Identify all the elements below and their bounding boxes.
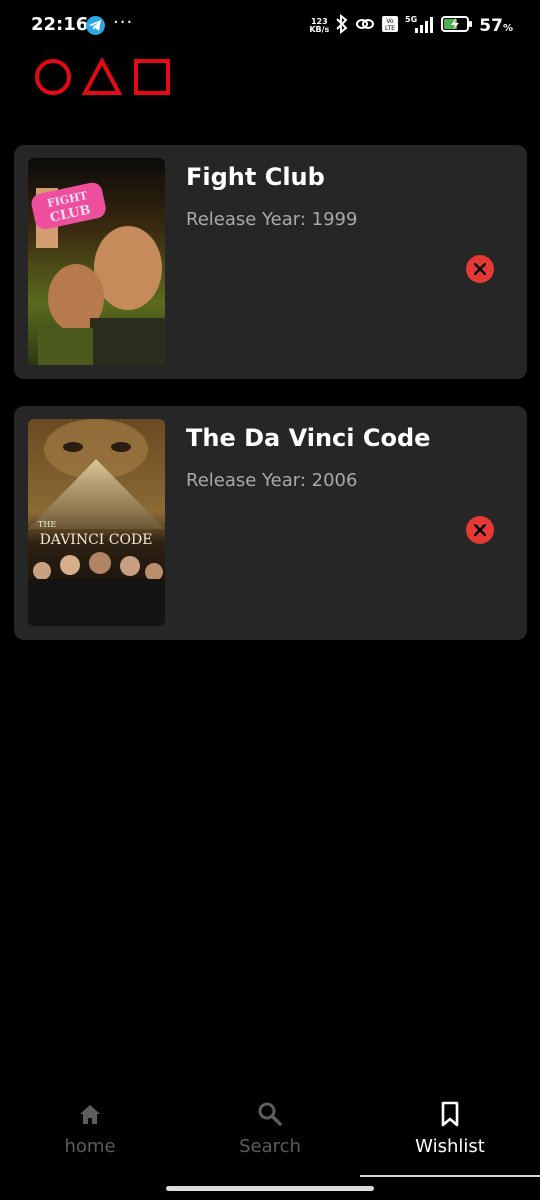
link-icon bbox=[355, 16, 375, 36]
svg-text:LTE: LTE bbox=[385, 25, 395, 32]
status-bar: 22:16 ··· 123 KB/s Vo LTE 5G 57% bbox=[0, 0, 540, 52]
network-speed: 123 KB/s bbox=[309, 17, 330, 34]
nav-home[interactable]: home bbox=[0, 1090, 180, 1170]
svg-text:Vo: Vo bbox=[387, 18, 395, 25]
svg-text:5G: 5G bbox=[405, 15, 417, 24]
battery-percent: 57% bbox=[479, 16, 513, 36]
status-icons: 123 KB/s Vo LTE 5G 57% bbox=[309, 13, 513, 38]
status-time: 22:16 bbox=[31, 14, 89, 35]
volte-icon: Vo LTE bbox=[381, 15, 399, 37]
nav-wishlist-label: Wishlist bbox=[415, 1136, 485, 1157]
signal-5g-icon: 5G bbox=[405, 14, 435, 38]
movie-poster: FIGHT CLUB bbox=[28, 158, 165, 365]
wishlist-card[interactable]: THE DAVINCI CODE The Da Vinci Code Relea… bbox=[14, 406, 527, 640]
overflow-dots-icon: ··· bbox=[113, 12, 134, 33]
nav-search[interactable]: Search bbox=[180, 1090, 360, 1170]
release-year: Release Year: 1999 bbox=[186, 209, 358, 230]
remove-button[interactable] bbox=[466, 255, 494, 283]
nav-home-label: home bbox=[64, 1136, 116, 1157]
telegram-icon bbox=[86, 16, 105, 35]
search-icon bbox=[256, 1100, 284, 1128]
movie-poster: THE DAVINCI CODE bbox=[28, 419, 165, 626]
nav-wishlist[interactable]: Wishlist bbox=[360, 1090, 540, 1170]
close-icon bbox=[474, 263, 486, 275]
wishlist-card[interactable]: FIGHT CLUB Fight Club Release Year: 1999 bbox=[14, 145, 527, 379]
poster-caption-main: DAVINCI CODE bbox=[40, 532, 153, 548]
bluetooth-icon bbox=[335, 13, 349, 38]
nav-search-label: Search bbox=[239, 1136, 301, 1157]
app-logo-icon bbox=[34, 56, 174, 98]
home-icon bbox=[76, 1100, 104, 1128]
remove-button[interactable] bbox=[466, 516, 494, 544]
battery-charging-icon bbox=[441, 15, 473, 37]
active-tab-indicator bbox=[360, 1175, 540, 1177]
bottom-navigation: home Search Wishlist bbox=[0, 1090, 540, 1180]
movie-title: Fight Club bbox=[186, 163, 325, 191]
movie-title: The Da Vinci Code bbox=[186, 424, 431, 452]
close-icon bbox=[474, 524, 486, 536]
bookmark-icon bbox=[436, 1100, 464, 1128]
gesture-bar[interactable] bbox=[166, 1186, 374, 1191]
release-year: Release Year: 2006 bbox=[186, 470, 358, 491]
poster-caption-top: THE bbox=[38, 520, 56, 529]
